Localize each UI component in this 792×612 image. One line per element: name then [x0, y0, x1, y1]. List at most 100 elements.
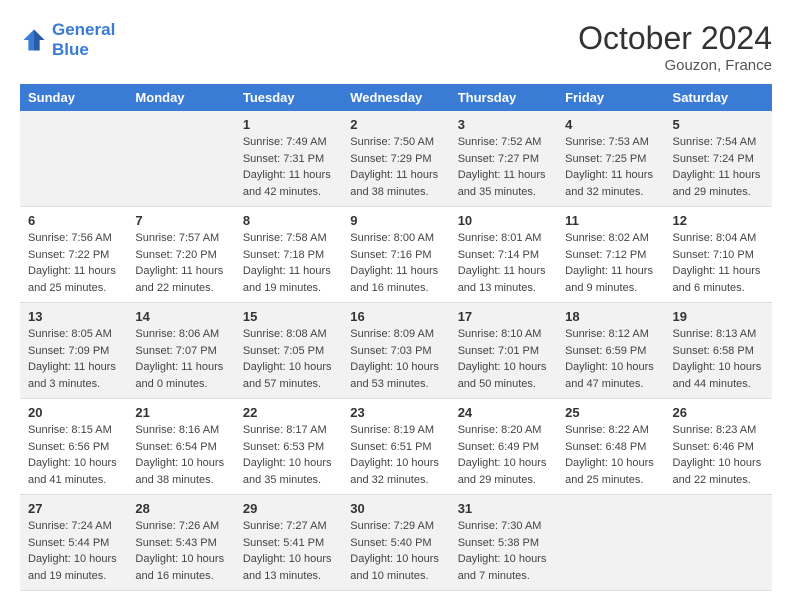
header-thursday: Thursday [450, 84, 557, 111]
day-number: 29 [243, 501, 334, 516]
day-info: Sunrise: 7:50 AMSunset: 7:29 PMDaylight:… [350, 134, 441, 200]
calendar-cell: 22 Sunrise: 8:17 AMSunset: 6:53 PMDayligh… [235, 399, 342, 495]
day-number: 1 [243, 117, 334, 132]
day-info: Sunrise: 8:16 AMSunset: 6:54 PMDaylight:… [135, 422, 226, 488]
day-number: 18 [565, 309, 656, 324]
calendar-cell: 26 Sunrise: 8:23 AMSunset: 6:46 PMDayligh… [665, 399, 772, 495]
calendar-cell: 4 Sunrise: 7:53 AMSunset: 7:25 PMDaylight… [557, 111, 664, 207]
header-saturday: Saturday [665, 84, 772, 111]
calendar-cell: 17Sunrise: 8:10 AMSunset: 7:01 PMDayligh… [450, 303, 557, 399]
header-wednesday: Wednesday [342, 84, 449, 111]
day-number: 7 [135, 213, 226, 228]
day-number: 4 [565, 117, 656, 132]
day-number: 9 [350, 213, 441, 228]
calendar-cell: 30 Sunrise: 7:29 AMSunset: 5:40 PMDayligh… [342, 495, 449, 591]
calendar-cell: 1 Sunrise: 7:49 AMSunset: 7:31 PMDaylight… [235, 111, 342, 207]
day-number: 20 [28, 405, 119, 420]
day-number: 19 [673, 309, 764, 324]
day-number: 13 [28, 309, 119, 324]
calendar-cell: 10 Sunrise: 8:01 AMSunset: 7:14 PMDayligh… [450, 207, 557, 303]
calendar-cell: 28 Sunrise: 7:26 AMSunset: 5:43 PMDayligh… [127, 495, 234, 591]
day-info: Sunrise: 7:52 AMSunset: 7:27 PMDaylight:… [458, 134, 549, 200]
day-info: Sunrise: 8:09 AMSunset: 7:03 PMDaylight:… [350, 326, 441, 392]
calendar-cell: 13 Sunrise: 8:05 AMSunset: 7:09 PMDayligh… [20, 303, 127, 399]
day-info: Sunrise: 7:27 AMSunset: 5:41 PMDaylight:… [243, 518, 334, 584]
month-title: October 2024 [578, 20, 772, 57]
calendar-cell: 11 Sunrise: 8:02 AMSunset: 7:12 PMDayligh… [557, 207, 664, 303]
day-number: 5 [673, 117, 764, 132]
calendar-cell [665, 495, 772, 591]
day-info: Sunrise: 8:05 AMSunset: 7:09 PMDaylight:… [28, 326, 119, 392]
day-number: 6 [28, 213, 119, 228]
calendar-cell: 25 Sunrise: 8:22 AMSunset: 6:48 PMDayligh… [557, 399, 664, 495]
day-number: 31 [458, 501, 549, 516]
day-info: Sunrise: 7:53 AMSunset: 7:25 PMDaylight:… [565, 134, 656, 200]
day-number: 25 [565, 405, 656, 420]
calendar-week-row: 27Sunrise: 7:24 AMSunset: 5:44 PMDayligh… [20, 495, 772, 591]
day-info: Sunrise: 8:13 AMSunset: 6:58 PMDaylight:… [673, 326, 764, 392]
day-info: Sunrise: 7:54 AMSunset: 7:24 PMDaylight:… [673, 134, 764, 200]
day-number: 26 [673, 405, 764, 420]
location-subtitle: Gouzon, France [578, 57, 772, 74]
calendar-cell: 8 Sunrise: 7:58 AMSunset: 7:18 PMDaylight… [235, 207, 342, 303]
day-number: 8 [243, 213, 334, 228]
day-info: Sunrise: 7:29 AMSunset: 5:40 PMDaylight:… [350, 518, 441, 584]
day-info: Sunrise: 7:24 AMSunset: 5:44 PMDaylight:… [28, 518, 119, 584]
day-info: Sunrise: 8:08 AMSunset: 7:05 PMDaylight:… [243, 326, 334, 392]
day-number: 17 [458, 309, 549, 324]
day-number: 15 [243, 309, 334, 324]
day-info: Sunrise: 8:17 AMSunset: 6:53 PMDaylight:… [243, 422, 334, 488]
calendar-table: Sunday Monday Tuesday Wednesday Thursday… [20, 84, 772, 591]
day-info: Sunrise: 8:00 AMSunset: 7:16 PMDaylight:… [350, 230, 441, 296]
calendar-cell: 18 Sunrise: 8:12 AMSunset: 6:59 PMDayligh… [557, 303, 664, 399]
day-number: 16 [350, 309, 441, 324]
day-info: Sunrise: 7:57 AMSunset: 7:20 PMDaylight:… [135, 230, 226, 296]
day-info: Sunrise: 8:23 AMSunset: 6:46 PMDaylight:… [673, 422, 764, 488]
header-row: Sunday Monday Tuesday Wednesday Thursday… [20, 84, 772, 111]
day-info: Sunrise: 7:58 AMSunset: 7:18 PMDaylight:… [243, 230, 334, 296]
calendar-cell: 31 Sunrise: 7:30 AMSunset: 5:38 PMDayligh… [450, 495, 557, 591]
day-info: Sunrise: 8:01 AMSunset: 7:14 PMDaylight:… [458, 230, 549, 296]
calendar-cell [127, 111, 234, 207]
calendar-cell: 2 Sunrise: 7:50 AMSunset: 7:29 PMDaylight… [342, 111, 449, 207]
calendar-cell: 5 Sunrise: 7:54 AMSunset: 7:24 PMDaylight… [665, 111, 772, 207]
day-number: 11 [565, 213, 656, 228]
calendar-week-row: 6 Sunrise: 7:56 AMSunset: 7:22 PMDaylight… [20, 207, 772, 303]
day-number: 3 [458, 117, 549, 132]
day-number: 2 [350, 117, 441, 132]
header-tuesday: Tuesday [235, 84, 342, 111]
calendar-cell [20, 111, 127, 207]
calendar-cell: 3 Sunrise: 7:52 AMSunset: 7:27 PMDaylight… [450, 111, 557, 207]
day-info: Sunrise: 7:26 AMSunset: 5:43 PMDaylight:… [135, 518, 226, 584]
day-number: 14 [135, 309, 226, 324]
day-info: Sunrise: 7:30 AMSunset: 5:38 PMDaylight:… [458, 518, 549, 584]
calendar-cell: 27Sunrise: 7:24 AMSunset: 5:44 PMDayligh… [20, 495, 127, 591]
day-info: Sunrise: 7:56 AMSunset: 7:22 PMDaylight:… [28, 230, 119, 296]
header-monday: Monday [127, 84, 234, 111]
day-number: 22 [243, 405, 334, 420]
day-info: Sunrise: 8:15 AMSunset: 6:56 PMDaylight:… [28, 422, 119, 488]
calendar-cell: 6 Sunrise: 7:56 AMSunset: 7:22 PMDaylight… [20, 207, 127, 303]
day-info: Sunrise: 8:04 AMSunset: 7:10 PMDaylight:… [673, 230, 764, 296]
calendar-week-row: 1 Sunrise: 7:49 AMSunset: 7:31 PMDaylight… [20, 111, 772, 207]
day-info: Sunrise: 8:20 AMSunset: 6:49 PMDaylight:… [458, 422, 549, 488]
day-info: Sunrise: 7:49 AMSunset: 7:31 PMDaylight:… [243, 134, 334, 200]
title-section: October 2024 Gouzon, France [578, 20, 772, 74]
calendar-cell: 19 Sunrise: 8:13 AMSunset: 6:58 PMDayligh… [665, 303, 772, 399]
day-info: Sunrise: 8:22 AMSunset: 6:48 PMDaylight:… [565, 422, 656, 488]
day-info: Sunrise: 8:12 AMSunset: 6:59 PMDaylight:… [565, 326, 656, 392]
day-number: 10 [458, 213, 549, 228]
day-info: Sunrise: 8:02 AMSunset: 7:12 PMDaylight:… [565, 230, 656, 296]
day-info: Sunrise: 8:19 AMSunset: 6:51 PMDaylight:… [350, 422, 441, 488]
day-number: 21 [135, 405, 226, 420]
calendar-cell: 24Sunrise: 8:20 AMSunset: 6:49 PMDayligh… [450, 399, 557, 495]
calendar-cell: 9 Sunrise: 8:00 AMSunset: 7:16 PMDaylight… [342, 207, 449, 303]
calendar-cell: 12Sunrise: 8:04 AMSunset: 7:10 PMDayligh… [665, 207, 772, 303]
logo-text: General Blue [52, 20, 115, 61]
day-number: 30 [350, 501, 441, 516]
calendar-week-row: 20 Sunrise: 8:15 AMSunset: 6:56 PMDayligh… [20, 399, 772, 495]
header-friday: Friday [557, 84, 664, 111]
calendar-cell: 16 Sunrise: 8:09 AMSunset: 7:03 PMDayligh… [342, 303, 449, 399]
logo: General Blue [20, 20, 115, 61]
day-number: 28 [135, 501, 226, 516]
